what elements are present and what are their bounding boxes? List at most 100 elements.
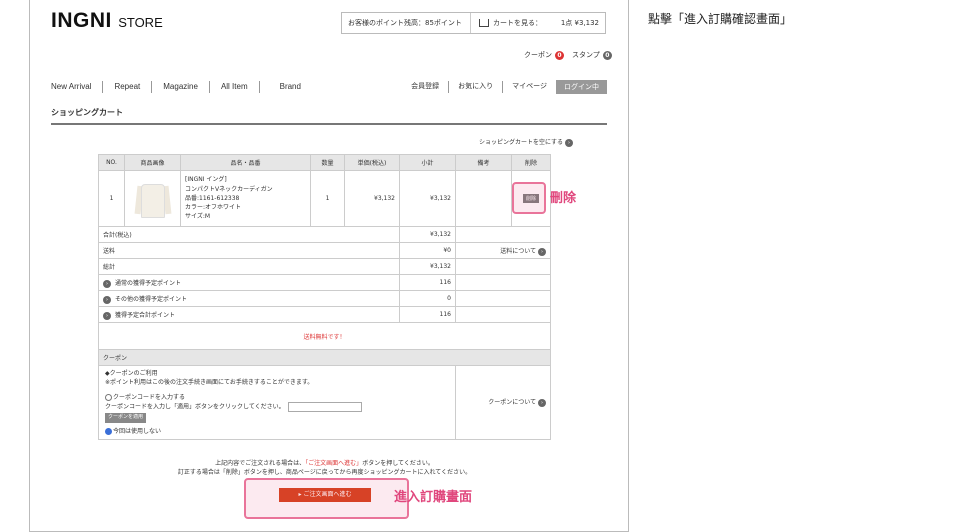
row-subtotal: ¥3,132	[399, 170, 456, 227]
nav-all-item[interactable]: All Item	[210, 80, 260, 93]
stamp-link[interactable]: スタンプ	[572, 50, 600, 60]
coupon-header: クーポン	[98, 349, 551, 366]
nav-new-arrival[interactable]: New Arrival	[51, 80, 104, 93]
product-name-link[interactable]: コンパクトVネックカーディガン	[185, 185, 306, 194]
summary-label: 送料	[98, 242, 400, 259]
view-cart-link[interactable]: カートを見る： 1点 ¥3,132	[471, 18, 605, 28]
col-header: 削除	[511, 154, 551, 171]
instruction-caption: 點擊「進入訂購確認畫面」	[648, 12, 793, 26]
login-status-button[interactable]: ログイン中	[556, 79, 607, 94]
coupon-header-row: クーポン	[98, 349, 551, 366]
product-info: [INGNI イング] コンパクトVネックカーディガン 品番:1161-6123…	[180, 170, 311, 227]
summary-value: ¥3,132	[399, 226, 456, 243]
order-note: 上記内容でご注文される場合は、「ご注文画面へ進む」ボタンを押してください。 訂正…	[177, 460, 472, 476]
summary-label: 総計	[98, 258, 400, 275]
coupon-count-badge: 0	[555, 50, 564, 60]
stamp-count-badge: 0	[602, 50, 612, 60]
summary-row: 合計(税込) ¥3,132	[98, 226, 551, 243]
table-row: 1 [INGNI イング] コンパクトVネックカーディガン 品番:1161-61…	[98, 170, 551, 227]
product-thumbnail[interactable]	[133, 176, 173, 221]
col-header: 小計	[399, 154, 456, 171]
product-size: サイズ:M	[185, 213, 211, 221]
summary-note	[455, 258, 551, 275]
coupon-info-link[interactable]: クーポンについて ›	[455, 365, 551, 440]
summary-label: 合計(税込)	[98, 226, 400, 243]
cart-table: NO. 商品画像 品名・品番 数量 単価(税込) 小計 備考 削除 1 [ING…	[98, 154, 551, 440]
free-shipping-row: 送料無料です！	[98, 322, 551, 350]
cart-icon	[479, 19, 489, 27]
points-value: 116	[399, 306, 456, 323]
point-icon: ›	[103, 279, 111, 288]
page-title: ショッピングカート	[51, 108, 123, 117]
summary-value: ¥3,132	[399, 258, 456, 275]
coupon-stamp-row: クーポン 0 スタンプ 0	[524, 50, 612, 60]
coupon-none-option[interactable]: 今回は使用しない	[105, 427, 449, 436]
nav-register[interactable]: 会員登録	[402, 80, 450, 93]
point-icon: ›	[103, 311, 111, 320]
points-row: › 獲得予定合計ポイント 116	[98, 306, 551, 323]
points-label: › 獲得予定合計ポイント	[98, 306, 400, 323]
coupon-enter-radio[interactable]	[105, 393, 112, 401]
points-label: › 通常の獲得予定ポイント	[98, 274, 400, 291]
points-label: › その他の獲得予定ポイント	[98, 290, 400, 307]
arrow-circle-icon: ›	[538, 247, 546, 256]
order-highlight	[244, 478, 409, 519]
points-value: 116	[399, 274, 456, 291]
coupon-enter-desc: クーポンコードを入力し「適用」ボタンをクリックしてください。	[105, 401, 449, 412]
nav-account-links: 会員登録 お気に入り マイページ ログイン中	[402, 79, 607, 94]
coupon-enter-option[interactable]: クーポンコードを入力する	[105, 393, 449, 402]
row-note	[455, 170, 512, 227]
row-qty: 1	[310, 170, 345, 227]
product-image-cell[interactable]	[124, 170, 181, 227]
arrow-circle-icon: ›	[538, 399, 546, 408]
points-balance: お客様のポイント残高：85ポイント	[342, 13, 471, 33]
col-header: 品名・品番	[180, 154, 311, 171]
table-header-row: NO. 商品画像 品名・品番 数量 単価(税込) 小計 備考 削除	[98, 154, 551, 171]
product-brand: [INGNI イング]	[185, 176, 227, 184]
nav-repeat[interactable]: Repeat	[103, 80, 153, 93]
cart-count: 1点 ¥3,132	[560, 19, 599, 27]
coupon-use-desc: ※ポイント利用はこの後の注文手続き画面にてお手続きすることができます。	[105, 379, 314, 387]
col-header: 数量	[310, 154, 345, 171]
store-logo[interactable]: INGNI STORE	[51, 9, 163, 33]
coupon-code-input[interactable]	[287, 401, 362, 412]
row-no: 1	[98, 170, 125, 227]
shipping-info-link[interactable]: 送料について ›	[455, 242, 551, 259]
point-icon: ›	[103, 295, 111, 304]
main-nav: New Arrival Repeat Magazine All Item Bra…	[51, 79, 607, 94]
coupon-row: ◆クーポンのご利用 ※ポイント利用はこの後の注文手続き画面にてお手続きすることが…	[98, 365, 551, 440]
arrow-circle-icon: ›	[564, 139, 573, 147]
coupon-none-radio[interactable]	[105, 427, 112, 435]
clear-cart-link[interactable]: ショッピングカートを空にする ›	[479, 137, 573, 147]
delete-annotation-label: 刪除	[550, 191, 577, 206]
points-cart-box: お客様のポイント残高：85ポイント カートを見る： 1点 ¥3,132	[341, 12, 606, 34]
coupon-use-title: ◆クーポンのご利用	[105, 370, 158, 377]
row-price: ¥3,132	[344, 170, 400, 227]
points-row: › 通常の獲得予定ポイント 116	[98, 274, 551, 291]
nav-mypage[interactable]: マイページ	[503, 81, 556, 93]
nav-brand[interactable]: Brand	[260, 81, 312, 93]
nav-magazine[interactable]: Magazine	[152, 80, 210, 93]
summary-value: ¥0	[399, 242, 456, 259]
store-screenshot: INGNI STORE お客様のポイント残高：85ポイント カートを見る： 1点…	[29, 0, 629, 532]
col-header: 商品画像	[124, 154, 181, 171]
col-header: 備考	[455, 154, 512, 171]
points-value: 0	[399, 290, 456, 307]
cart-label: カートを見る：	[493, 19, 542, 27]
summary-note	[455, 226, 551, 243]
product-code: 品番:1161-612338	[185, 194, 240, 202]
points-row: › その他の獲得予定ポイント 0	[98, 290, 551, 307]
order-annotation-label: 進入訂購畫面	[394, 490, 473, 505]
title-divider	[51, 123, 607, 125]
nav-favorites[interactable]: お気に入り	[449, 80, 504, 93]
col-header: NO.	[98, 154, 125, 171]
coupon-apply-button[interactable]: クーポンを適用	[105, 412, 147, 423]
col-header: 単価(税込)	[344, 154, 400, 171]
coupon-link[interactable]: クーポン	[524, 50, 552, 60]
summary-row: 送料 ¥0 送料について ›	[98, 242, 551, 259]
coupon-form: ◆クーポンのご利用 ※ポイント利用はこの後の注文手続き画面にてお手続きすることが…	[98, 365, 456, 440]
free-shipping-message: 送料無料です！	[98, 322, 551, 350]
product-color: カラー:オフホワイト	[185, 204, 242, 212]
delete-highlight	[512, 182, 546, 214]
summary-row: 総計 ¥3,132	[98, 258, 551, 275]
